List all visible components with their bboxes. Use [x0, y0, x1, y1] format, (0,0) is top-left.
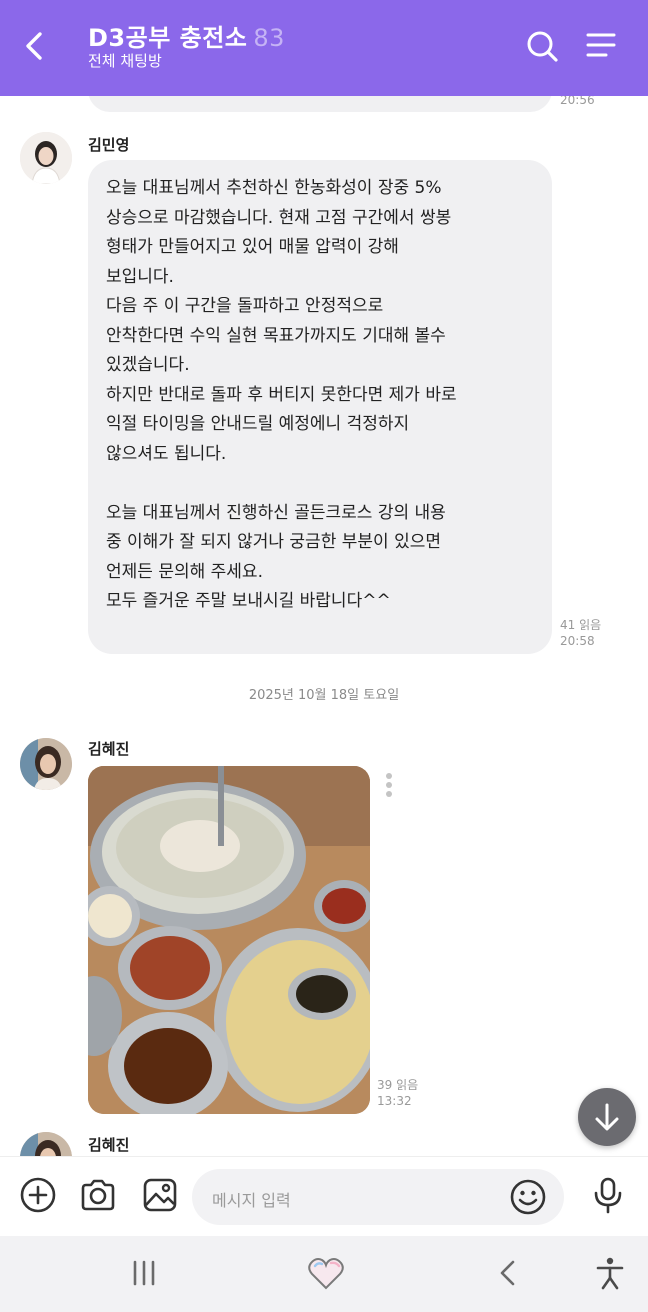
previous-message-bubble[interactable] [88, 96, 552, 112]
more-vertical-icon [386, 773, 392, 797]
message-input-placeholder: 메시지 입력 [212, 1191, 291, 1210]
photo-message[interactable] [88, 766, 370, 1114]
message-time: 20:56 [560, 96, 595, 107]
date-separator: 2025년 10월 18일 토요일 [248, 688, 400, 703]
message-text-line: 오늘 대표님께서 진행하신 골든크로스 강의 내용 [106, 502, 446, 523]
message-text-line: 하지만 반대로 돌파 후 버티지 못한다면 제가 바로 [106, 384, 457, 405]
arrow-down-icon [595, 1103, 619, 1131]
nav-back-icon [500, 1260, 515, 1286]
message-bubble[interactable]: 오늘 대표님께서 추천하신 한농화성이 장중 5% 상승으로 마감했습니다. 현재… [88, 160, 552, 654]
message-text-line: 있겠습니다. [106, 355, 190, 375]
read-count: 41 읽음 [560, 618, 602, 632]
sender-name: 김혜진 [88, 740, 130, 758]
camera-button[interactable] [78, 1175, 118, 1215]
emoji-button[interactable] [508, 1177, 548, 1217]
search-button[interactable] [522, 26, 562, 66]
recents-button[interactable] [124, 1254, 164, 1294]
message-text-line: 않으셔도 됩니다. [106, 443, 227, 464]
accessibility-icon [596, 1257, 624, 1290]
message-text-line: 언제든 문의해 주세요. [106, 561, 263, 582]
back-arrow-icon [26, 32, 42, 60]
message-text-line: 오늘 대표님께서 추천하신 한농화성이 장중 5% [106, 178, 442, 198]
menu-icon [586, 33, 616, 57]
member-count: 83 [253, 24, 285, 52]
message-text-line: 상승으로 마감했습니다. 현재 고점 구간에서 쌍봉 [106, 207, 452, 228]
chat-room-subtitle: 전체 채팅방 [88, 52, 162, 70]
microphone-icon [594, 1177, 622, 1214]
emoji-icon [510, 1179, 546, 1215]
back-button[interactable] [18, 26, 54, 66]
message-text-line: 형태가 만들어지고 있어 매물 압력이 강해 [106, 237, 399, 257]
message-time: 20:58 [560, 634, 595, 648]
message-time: 13:32 [377, 1094, 412, 1108]
message-text-line: 익절 타이밍을 안내드릴 예정에니 걱정하지 [106, 414, 410, 434]
message-text-line: 안착한다면 수익 실현 목표가까지도 기대해 볼수 [106, 325, 446, 346]
camera-icon [81, 1179, 115, 1211]
home-button[interactable] [306, 1254, 346, 1294]
system-navigation-bar [0, 1236, 648, 1312]
avatar[interactable] [20, 738, 72, 790]
avatar-photo [20, 1132, 72, 1156]
chat-header: D3공부 충전소 83 전체 채팅방 [0, 0, 648, 96]
sender-name: 김민영 [88, 136, 130, 154]
more-options-button[interactable] [381, 772, 397, 800]
chat-message-list[interactable]: 20:56 김민영 오늘 대표님께서 추천하신 한농화성이 장중 5% 상승으로 … [0, 96, 648, 1156]
search-icon [527, 31, 558, 62]
menu-button[interactable] [584, 26, 620, 66]
message-text-line: 다음 주 이 구간을 돌파하고 안정적으로 [106, 296, 384, 316]
voice-input-button[interactable] [588, 1175, 628, 1215]
chat-room-title: D3공부 충전소 83 [88, 18, 285, 53]
message-blank-line [106, 469, 534, 499]
add-attachment-button[interactable] [18, 1175, 58, 1215]
accessibility-button[interactable] [590, 1254, 630, 1294]
scroll-to-bottom-button[interactable] [578, 1088, 636, 1146]
nav-back-button[interactable] [488, 1254, 528, 1294]
avatar-photo [20, 132, 72, 184]
gallery-icon [143, 1178, 177, 1212]
plus-circle-icon [20, 1177, 56, 1213]
sender-name: 김혜진 [88, 1136, 130, 1154]
recents-icon [133, 1260, 155, 1286]
read-count: 39 읽음 [377, 1078, 419, 1092]
gallery-button[interactable] [140, 1175, 180, 1215]
message-input[interactable]: 메시지 입력 [192, 1169, 564, 1225]
avatar[interactable] [20, 132, 72, 184]
food-photo [88, 766, 370, 1114]
avatar-photo [20, 738, 72, 790]
message-text-line: 중 이해가 잘 되지 않거나 궁금한 부분이 있으면 [106, 532, 441, 552]
room-name: D3공부 충전소 [88, 24, 248, 52]
message-text-line: 보입니다. [106, 266, 174, 287]
message-input-bar: 메시지 입력 [0, 1156, 648, 1236]
message-text-line: 모두 즐거운 주말 보내시길 바랍니다^^ [106, 591, 391, 611]
avatar[interactable] [20, 1132, 72, 1156]
heart-home-icon [308, 1258, 344, 1290]
